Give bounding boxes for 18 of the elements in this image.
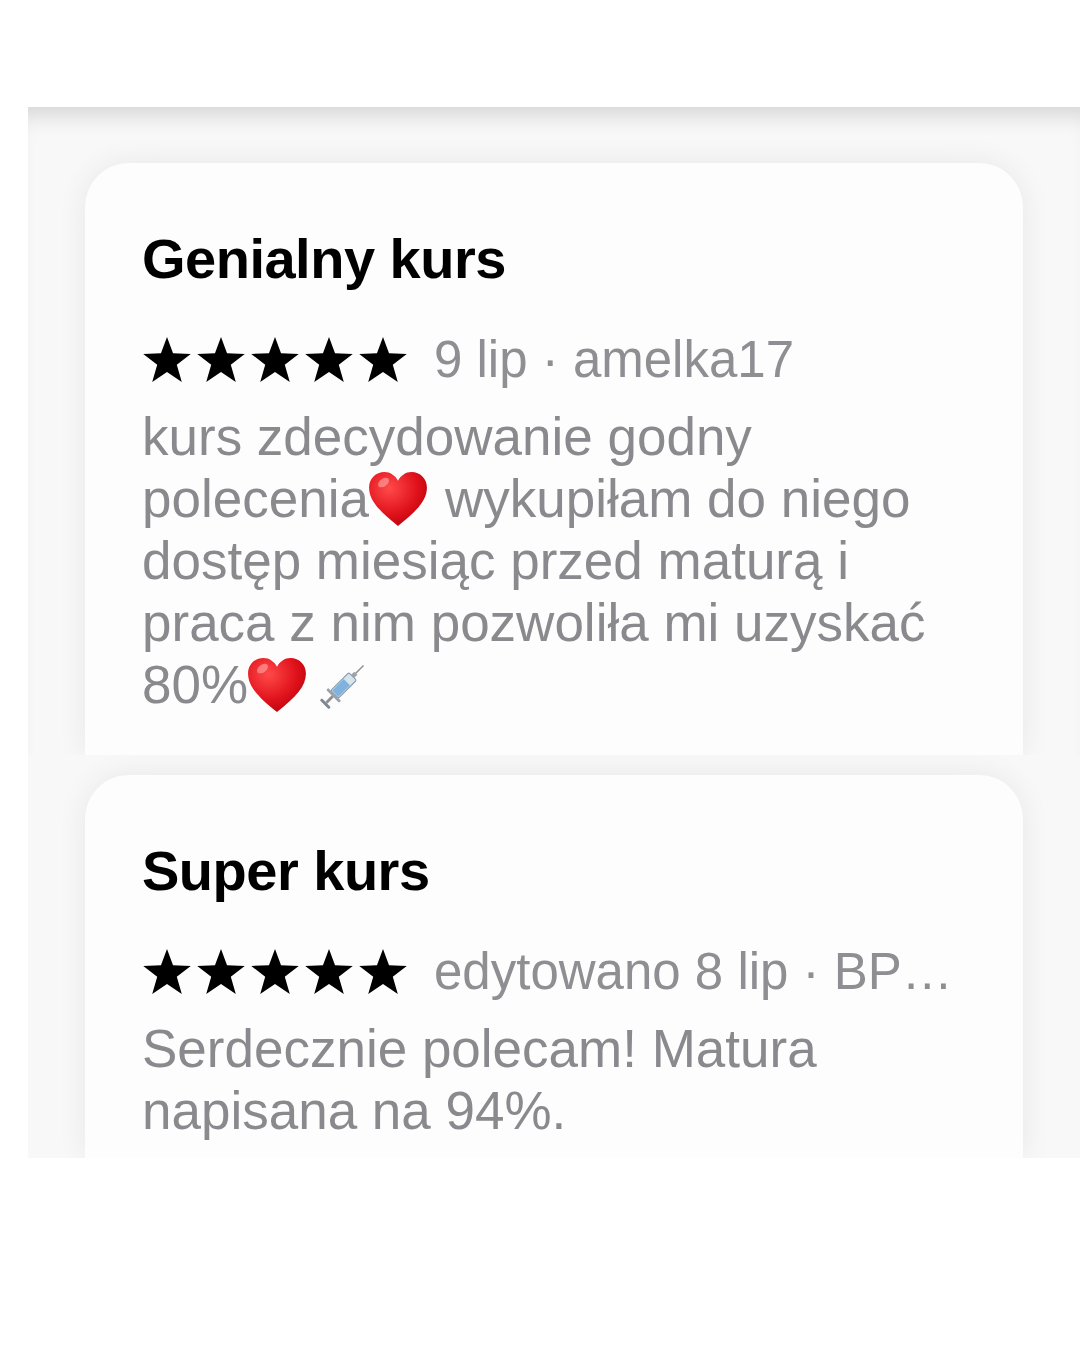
star-icon (196, 336, 246, 384)
heart-icon (368, 472, 427, 526)
review-meta: 9 lip · amelka17 (434, 330, 794, 390)
review-title: Super kurs (142, 839, 431, 903)
star-icon (250, 948, 300, 996)
star-icon (142, 336, 192, 384)
review-text: Serdecznie polecam! Matura napisana na 94%. (142, 1018, 818, 1142)
star-icon (304, 948, 354, 996)
heart-icon (248, 658, 307, 712)
review-title: Genialny kurs (142, 227, 507, 291)
star-icon (358, 336, 408, 384)
star-icon (142, 948, 192, 996)
review-text: kurs zdecydowanie godny polecenia wykupiłam do niego dostęp miesiąc przed maturą i praca z nim pozwoliła mi uzyskać 80% (142, 406, 927, 716)
star-icon (196, 948, 246, 996)
star-icon (304, 336, 354, 384)
review-meta: edytowano 8 lip · BP… (434, 942, 953, 1002)
star-icon (358, 948, 408, 996)
star-icon (250, 336, 300, 384)
